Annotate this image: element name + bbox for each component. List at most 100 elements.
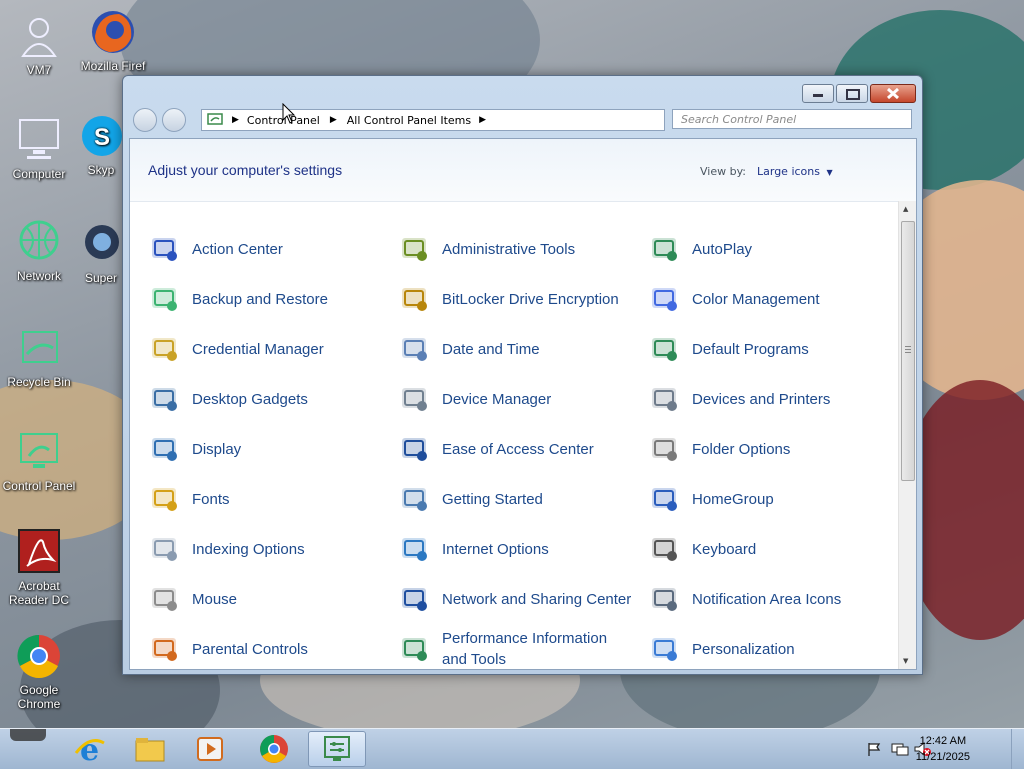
getting-started-icon [398, 482, 432, 516]
address-bar[interactable]: ▶ Control Panel ▶ All Control Panel Item… [201, 109, 641, 131]
clock-date: 11/21/2025 [915, 751, 970, 763]
taskbar-explorer-button[interactable] [122, 731, 178, 767]
desktop-icon-vm7[interactable]: VM7 [0, 12, 78, 77]
skype-icon: S [78, 112, 124, 160]
network-icon [15, 218, 63, 266]
chrome-icon [15, 632, 63, 680]
taskbar-control-panel-button[interactable] [308, 731, 366, 767]
fonts-icon [148, 482, 182, 516]
breadcrumb-all-items[interactable]: All Control Panel Items [347, 114, 471, 127]
maximize-button[interactable] [836, 84, 868, 103]
control-panel-item[interactable]: Getting Started [398, 477, 638, 521]
svg-text:e: e [80, 733, 99, 765]
control-panel-item[interactable]: Internet Options [398, 527, 638, 571]
desktop-icon-chrome[interactable]: Google Chrome [0, 632, 78, 711]
ie-icon: e [74, 733, 105, 765]
control-panel-item-label: Indexing Options [192, 540, 305, 558]
desktop-icon-control-panel[interactable]: Control Panel [0, 428, 78, 493]
close-icon [886, 87, 900, 100]
desktop-icon-label: Google Chrome [17, 683, 61, 711]
control-panel-item[interactable]: Notification Area Icons [648, 577, 888, 621]
control-panel-item-label: HomeGroup [692, 490, 774, 508]
view-by-dropdown[interactable]: Large icons ▼ [757, 165, 833, 178]
minimize-button[interactable] [802, 84, 834, 103]
desktop-icon-computer[interactable]: Computer [0, 116, 78, 181]
desktop-icon-skype[interactable]: S Skyp [78, 112, 124, 177]
navigation-bar: ▶ Control Panel ▶ All Control Panel Item… [131, 106, 914, 132]
control-panel-item-label: BitLocker Drive Encryption [442, 290, 619, 308]
control-panel-item[interactable]: Network and Sharing Center [398, 577, 638, 621]
desktop-icon-label: Network [16, 269, 61, 283]
vertical-scrollbar[interactable]: ▲ ▼ [898, 201, 916, 669]
control-panel-icon [207, 113, 223, 125]
control-panel-item[interactable]: Devices and Printers [648, 377, 888, 421]
desktop-icon-acrobat[interactable]: Acrobat Reader DC [0, 528, 78, 607]
chevron-right-icon[interactable]: ▶ [479, 115, 486, 125]
control-panel-item[interactable]: Credential Manager [148, 327, 388, 371]
desktop-icon-recycle-bin[interactable]: Recycle Bin [0, 324, 78, 389]
taskbar-ie-button[interactable]: e [62, 731, 118, 767]
control-panel-item[interactable]: HomeGroup [648, 477, 888, 521]
control-panel-item-label: Mouse [192, 590, 238, 608]
scroll-down-arrow[interactable]: ▼ [903, 657, 908, 665]
control-panel-item-label: Fonts [192, 490, 230, 508]
control-panel-item[interactable]: Keyboard [648, 527, 888, 571]
control-panel-item[interactable]: Ease of Access Center [398, 427, 638, 471]
control-panel-item[interactable]: Desktop Gadgets [148, 377, 388, 421]
desktop-icon-firefox[interactable]: Mozilla Firef [78, 8, 148, 73]
personalization-icon [648, 632, 682, 666]
color-icon [648, 282, 682, 316]
close-button[interactable] [870, 84, 916, 103]
forward-button[interactable] [162, 108, 186, 132]
control-panel-item-label: Devices and Printers [692, 390, 831, 408]
desktop-icon-network[interactable]: Network [0, 218, 78, 283]
control-panel-item[interactable]: Device Manager [398, 377, 638, 421]
control-panel-item-label: Ease of Access Center [442, 440, 594, 458]
key-icon [398, 282, 432, 316]
control-panel-item[interactable]: BitLocker Drive Encryption [398, 277, 638, 321]
back-button[interactable] [133, 108, 157, 132]
control-panel-item-label: Internet Options [442, 540, 549, 558]
action-center-flag-icon[interactable] [866, 741, 882, 757]
control-panel-item[interactable]: Parental Controls [148, 627, 388, 669]
desktop-icon-label: Mozilla Firef [80, 59, 146, 73]
desktop-icon-super[interactable]: Super [78, 220, 124, 285]
control-panel-item[interactable]: Administrative Tools [398, 227, 638, 271]
control-panel-item[interactable]: Indexing Options [148, 527, 388, 571]
network-tray-icon[interactable] [891, 741, 909, 757]
flag-icon [148, 232, 182, 266]
system-clock[interactable]: 12:42 AM 11/21/2025 [916, 733, 970, 765]
admin-tools-icon [398, 232, 432, 266]
taskbar-media-player-button[interactable] [182, 731, 238, 767]
page-title: Adjust your computer's settings [148, 162, 343, 178]
control-panel-item[interactable]: AutoPlay [648, 227, 888, 271]
calendar-icon [398, 332, 432, 366]
control-panel-item-label: Credential Manager [192, 340, 324, 358]
control-panel-item[interactable]: Display [148, 427, 388, 471]
show-desktop-button[interactable] [1011, 729, 1024, 769]
taskbar-chrome-button[interactable] [246, 731, 302, 767]
control-panel-item[interactable]: Mouse [148, 577, 388, 621]
scrollbar-thumb[interactable] [901, 221, 915, 481]
control-panel-item[interactable]: Date and Time [398, 327, 638, 371]
address-dropdown-button[interactable] [639, 109, 665, 131]
control-panel-item-label: Network and Sharing Center [442, 590, 632, 608]
control-panel-item[interactable]: Fonts [148, 477, 388, 521]
search-input[interactable]: Search Control Panel [672, 109, 912, 129]
control-panel-item[interactable]: Action Center [148, 227, 388, 271]
scroll-up-arrow[interactable]: ▲ [903, 205, 908, 213]
internet-icon [398, 532, 432, 566]
chevron-right-icon: ▶ [329, 115, 337, 125]
start-button[interactable] [10, 729, 46, 741]
content-header: Adjust your computer's settings View by:… [130, 139, 916, 202]
control-panel-item[interactable]: Backup and Restore [148, 277, 388, 321]
autoplay-icon [648, 232, 682, 266]
control-panel-item[interactable]: Default Programs [648, 327, 888, 371]
control-panel-item[interactable]: Color Management [648, 277, 888, 321]
control-panel-item-label: Personalization [692, 640, 795, 658]
control-panel-item[interactable]: Personalization [648, 627, 888, 669]
control-panel-item-label: Keyboard [692, 540, 757, 558]
control-panel-item[interactable]: Performance Information and Tools [398, 627, 638, 669]
control-panel-item[interactable]: Folder Options [648, 427, 888, 471]
control-panel-item-label: Parental Controls [192, 640, 308, 658]
